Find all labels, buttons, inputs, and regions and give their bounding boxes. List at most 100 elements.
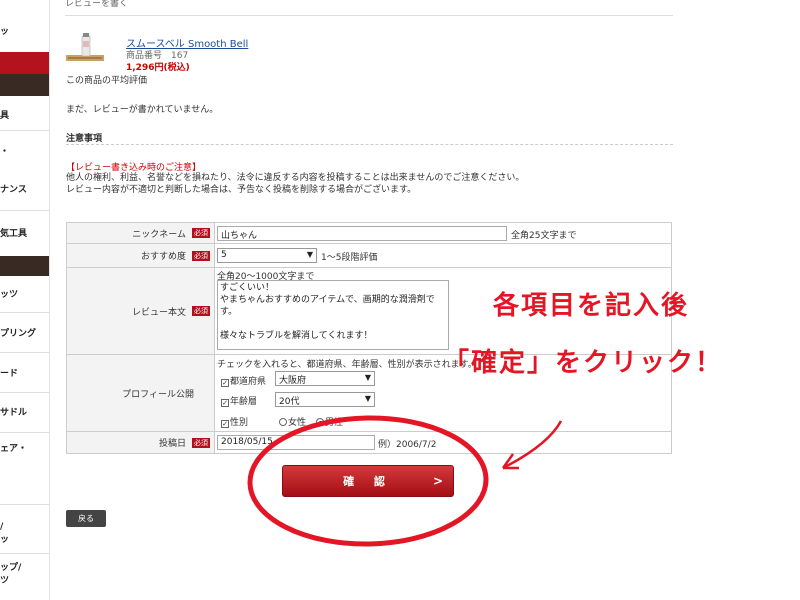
average-rating-label: この商品の平均評価 (66, 76, 148, 86)
sidebar-item[interactable]: ップ/ (0, 562, 49, 574)
check-icon: ✓ (221, 379, 229, 387)
check-icon: ✓ (221, 399, 229, 407)
nickname-value-cell: 山ちゃん 全角25文字まで (215, 223, 671, 243)
profile-label: プロフィール公開 (122, 389, 194, 400)
nickname-input[interactable]: 山ちゃん (217, 226, 507, 241)
divider (0, 432, 49, 433)
product-price: 1,296円(税込) (126, 63, 190, 73)
divider (0, 553, 49, 554)
review-text-line: すごくいい！ (220, 283, 275, 293)
sidebar-dark-band (0, 74, 49, 96)
date-row: 投稿日 必須 2018/05/15 例）2006/7/2 (67, 432, 671, 453)
nickname-row: ニックネーム 必須 山ちゃん 全角25文字まで (67, 223, 671, 244)
rating-select[interactable]: 5 ▼ (217, 248, 317, 263)
date-hint: 例）2006/7/2 (378, 440, 437, 450)
required-badge: 必須 (192, 306, 210, 316)
sidebar-item[interactable]: プリング (0, 328, 49, 340)
sidebar-item[interactable]: / (0, 521, 49, 533)
product-image[interactable] (66, 33, 104, 67)
age-checkbox[interactable]: ✓ 年齢層 (221, 394, 257, 407)
required-badge: 必須 (192, 437, 210, 448)
date-label-cell: 投稿日 必須 (67, 432, 215, 453)
profile-label-cell: プロフィール公開 (67, 355, 215, 431)
chevron-down-icon: ▼ (364, 394, 371, 403)
sidebar-item[interactable]: ツ (0, 575, 49, 587)
female-radio[interactable]: 女性 (279, 415, 306, 428)
divider (0, 504, 49, 505)
no-review-message: まだ、レビューが書かれていません。 (66, 105, 219, 115)
confirm-button[interactable]: 確 認 > (282, 465, 454, 497)
arrow-head-icon (501, 453, 519, 470)
chevron-down-icon: ▼ (364, 373, 371, 382)
sidebar-item[interactable]: ナンス (0, 184, 49, 196)
gender-label: 性別 (230, 418, 249, 428)
review-body-label: レビュー本文 (131, 307, 186, 318)
date-value-cell: 2018/05/15 例）2006/7/2 (215, 432, 671, 453)
review-text-line: 様々なトラブルを解消してくれます！ (220, 331, 373, 341)
annotation-text-line1: 各項目を記入後 (493, 291, 690, 321)
rating-label: おすすめ度 (140, 252, 186, 262)
rating-value-cell: 5 ▼ 1～5段階評価 (215, 244, 671, 267)
sidebar-item[interactable]: ード (0, 368, 49, 380)
sidebar-item[interactable]: ェア・ (0, 443, 49, 455)
chevron-right-icon: > (432, 474, 443, 488)
review-body-label-cell: レビュー本文 必須 (67, 268, 215, 354)
sidebar-item[interactable]: サドル (0, 407, 49, 419)
divider (0, 312, 49, 313)
age-label: 年齢層 (230, 397, 258, 407)
review-form: ニックネーム 必須 山ちゃん 全角25文字まで おすすめ度 必須 5 ▼ 1～5… (66, 222, 672, 454)
age-selected-value: 20代 (279, 397, 300, 407)
sidebar-item[interactable]: ッ (0, 26, 49, 38)
sidebar-item[interactable]: ッ (0, 534, 49, 546)
left-sidebar: ッ 具 ・ ナンス 気工具 ッツ プリング ード サドル ェア・ / ッ ップ/… (0, 0, 50, 600)
sidebar-item[interactable]: ・ (0, 146, 49, 158)
age-select[interactable]: 20代 ▼ (275, 392, 375, 407)
divider (0, 130, 49, 131)
pref-label: 都道府県 (230, 377, 267, 387)
nickname-hint: 全角25文字まで (511, 231, 577, 241)
prefecture-selected-value: 大阪府 (279, 376, 307, 386)
divider (66, 144, 673, 145)
notice-body: 他人の権利、利益、名誉などを損ねたり、法令に違反する内容を投稿することは出来ませ… (66, 172, 524, 196)
notice-title: 注意事項 (66, 134, 103, 144)
confirm-label: 確 認 (343, 475, 393, 488)
rating-selected-value: 5 (221, 250, 227, 260)
review-section-heading: レビューを書く (65, 0, 673, 16)
review-text-line: やまちゃんおすすめのアイテムで、画期的な潤滑剤です。 (220, 295, 435, 317)
divider (0, 392, 49, 393)
review-text-line (220, 318, 446, 330)
notice-line-1: 他人の権利、利益、名誉などを損ねたり、法令に違反する内容を投稿することは出来ませ… (66, 173, 525, 183)
review-heading-text: レビューを書く (65, 0, 129, 9)
radio-selected-icon (316, 418, 324, 426)
required-badge: 必須 (192, 250, 210, 261)
annotation-text-line2: 「確定」をクリック！ (443, 348, 724, 378)
chevron-down-icon: ▼ (306, 250, 313, 259)
divider (0, 352, 49, 353)
sidebar-item[interactable]: 具 (0, 110, 49, 122)
notice-line-2: レビュー内容が不適切と判断した場合は、予告なく投稿を削除する場合がございます。 (66, 185, 417, 195)
sidebar-dark-band (0, 256, 49, 276)
sidebar-active-band (0, 52, 49, 74)
rating-label-cell: おすすめ度 必須 (67, 244, 215, 267)
rating-row: おすすめ度 必須 5 ▼ 1～5段階評価 (67, 244, 671, 268)
nickname-label-cell: ニックネーム 必須 (67, 223, 215, 243)
radio-icon (279, 418, 287, 426)
female-label: 女性 (288, 418, 307, 428)
male-radio[interactable]: 男性 (316, 415, 343, 428)
back-button[interactable]: 戻る (66, 510, 106, 527)
divider (0, 210, 49, 211)
date-input[interactable]: 2018/05/15 (217, 435, 375, 450)
profile-hint: チェックを入れると、都道府県、年齢層、性別が表示されます。 (217, 360, 477, 370)
rating-hint: 1～5段階評価 (321, 253, 378, 263)
check-icon: ✓ (221, 420, 229, 428)
date-label: 投稿日 (158, 439, 186, 449)
male-label: 男性 (325, 418, 344, 428)
review-body-textarea[interactable]: すごくいい！ やまちゃんおすすめのアイテムで、画期的な潤滑剤です。 様々なトラブ… (217, 280, 449, 350)
prefecture-select[interactable]: 大阪府 ▼ (275, 371, 375, 386)
pref-checkbox[interactable]: ✓ 都道府県 (221, 374, 266, 387)
gender-checkbox[interactable]: ✓ 性別 (221, 415, 248, 428)
sidebar-item[interactable]: 気工具 (0, 228, 49, 240)
nickname-label: ニックネーム (132, 229, 186, 240)
required-badge: 必須 (192, 228, 210, 238)
sidebar-item[interactable]: ッツ (0, 289, 49, 301)
